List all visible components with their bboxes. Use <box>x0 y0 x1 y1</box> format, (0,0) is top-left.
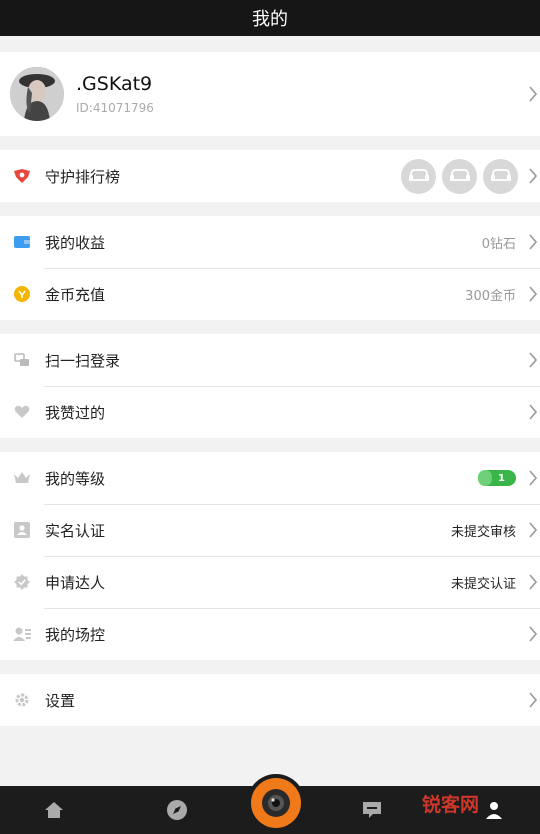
chat-icon <box>363 802 381 818</box>
camera-icon <box>251 778 301 828</box>
realname-label: 实名认证 <box>45 521 106 540</box>
chevron-right-icon <box>524 284 540 304</box>
coin-icon <box>12 284 32 304</box>
guard-section: 守护排行榜 <box>0 150 540 202</box>
coin-balance: 300金币 <box>465 288 516 304</box>
scan-icon <box>12 350 32 370</box>
crown-icon <box>12 468 32 488</box>
messages-tab[interactable] <box>352 790 392 830</box>
earnings-value: 0钻石 <box>481 236 516 252</box>
wallet-icon <box>12 232 32 252</box>
account-section: 我的等级 1 实名认证 未提交审核 申请达人 未提交认证 我的场控 <box>0 452 540 660</box>
guard-ranking-row[interactable]: 守护排行榜 <box>0 150 540 202</box>
discover-tab[interactable] <box>157 790 197 830</box>
realname-row[interactable]: 实名认证 未提交审核 <box>0 504 540 556</box>
scan-login-row[interactable]: 扫一扫登录 <box>0 334 540 386</box>
user-id: ID:41071796 <box>76 101 154 115</box>
talent-status: 未提交认证 <box>450 576 516 592</box>
id-card-icon <box>12 520 32 540</box>
actions-section: 扫一扫登录 我赞过的 <box>0 334 540 438</box>
moderator-icon <box>12 624 32 644</box>
talent-row[interactable]: 申请达人 未提交认证 <box>0 556 540 608</box>
level-row[interactable]: 我的等级 1 <box>0 452 540 504</box>
verified-icon <box>12 572 32 592</box>
earnings-label: 我的收益 <box>45 233 106 252</box>
guard-slots <box>401 158 518 194</box>
chevron-right-icon <box>524 402 540 422</box>
realname-status: 未提交审核 <box>450 524 516 540</box>
profile-tab[interactable] <box>474 790 514 830</box>
settings-row[interactable]: 设置 <box>0 674 540 726</box>
earnings-row[interactable]: 我的收益 0钻石 <box>0 216 540 268</box>
chevron-right-icon <box>524 232 540 252</box>
level-badge: 1 <box>478 470 516 486</box>
liked-label: 我赞过的 <box>45 403 106 422</box>
sofa-icon <box>442 158 477 194</box>
compass-icon <box>167 800 187 820</box>
settings-section: 设置 <box>0 674 540 726</box>
home-icon <box>45 802 63 818</box>
heart-icon <box>12 402 32 422</box>
coin-recharge-row[interactable]: 金币充值 300金币 <box>0 268 540 320</box>
chevron-right-icon <box>524 690 540 710</box>
page-title: 我的 <box>252 9 288 30</box>
moderator-label: 我的场控 <box>45 625 106 644</box>
chevron-right-icon <box>524 166 540 186</box>
home-tab[interactable] <box>34 790 74 830</box>
watermark-text: 锐客网 <box>422 794 480 816</box>
guard-icon <box>12 166 32 186</box>
talent-label: 申请达人 <box>45 573 106 592</box>
chevron-right-icon <box>524 468 540 488</box>
settings-label: 设置 <box>45 691 76 710</box>
go-live-button[interactable] <box>247 774 305 834</box>
chevron-right-icon <box>524 572 540 592</box>
sofa-icon <box>401 158 436 194</box>
sofa-icon <box>483 158 518 194</box>
chevron-right-icon <box>524 350 540 370</box>
chevron-right-icon <box>524 520 540 540</box>
user-icon <box>486 802 502 819</box>
guard-ranking-label: 守护排行榜 <box>45 167 121 186</box>
gear-icon <box>12 690 32 710</box>
profile-card[interactable]: .GSKat9 ID:41071796 <box>0 52 540 136</box>
level-number: 1 <box>498 472 505 484</box>
moderator-row[interactable]: 我的场控 <box>0 608 540 660</box>
username: .GSKat9 <box>76 73 153 95</box>
wallet-section: 我的收益 0钻石 金币充值 300金币 <box>0 216 540 320</box>
avatar[interactable] <box>10 67 64 121</box>
scan-login-label: 扫一扫登录 <box>45 351 121 370</box>
chevron-right-icon <box>524 84 540 104</box>
liked-row[interactable]: 我赞过的 <box>0 386 540 438</box>
chevron-right-icon <box>524 624 540 644</box>
level-label: 我的等级 <box>45 469 106 488</box>
title-bar: 我的 <box>0 0 540 36</box>
coin-recharge-label: 金币充值 <box>45 285 106 304</box>
